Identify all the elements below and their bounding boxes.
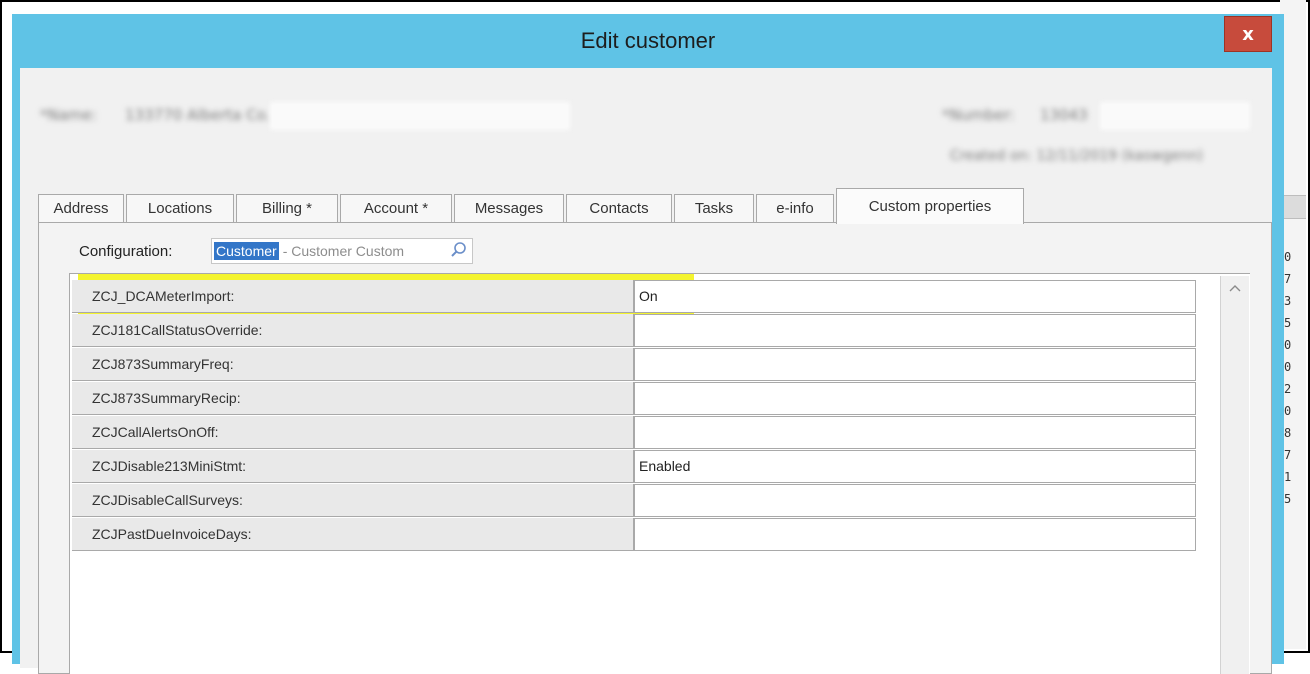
name-field[interactable] [270,102,570,130]
property-value[interactable] [634,518,1196,551]
grid-scrollbar[interactable] [1220,276,1249,674]
property-name: ZCJPastDueInvoiceDays: [72,518,634,551]
tab-e-info[interactable]: e-info [756,194,834,222]
tab-billing[interactable]: Billing * [236,194,338,222]
dialog-titlebar[interactable]: Edit customer x [12,14,1284,68]
configuration-picker[interactable]: Customer - Customer Custom [211,238,473,264]
tab-custom-properties[interactable]: Custom properties [836,188,1024,224]
configuration-selected-text: Customer [214,242,279,260]
property-value[interactable] [634,484,1196,517]
custom-properties-panel: Configuration: Customer - Customer Custo… [38,222,1272,674]
property-row[interactable]: ZCJPastDueInvoiceDays: [70,518,1196,552]
property-row[interactable]: ZCJ873SummaryFreq: [70,348,1196,382]
dialog-title: Edit customer [580,28,716,53]
property-grid: ZCJ_DCAMeterImport: On ZCJ181CallStatusO… [69,273,1250,674]
property-value[interactable] [634,314,1196,347]
tab-messages[interactable]: Messages [454,194,564,222]
close-icon: x [1242,23,1254,45]
name-value: 133770 Alberta Co. [125,106,271,124]
created-info: Created on: 12/11/2019 (kaswgenn) [950,148,1203,164]
dialog-body: *Name: 133770 Alberta Co. *Number: 13043… [20,68,1272,674]
number-label: *Number: [942,106,1015,124]
magnifier-icon[interactable] [450,241,468,259]
property-value[interactable]: On [634,280,1196,313]
property-name: ZCJDisableCallSurveys: [72,484,634,517]
tab-locations[interactable]: Locations [126,194,234,222]
configuration-description: - Customer Custom [282,243,405,259]
tab-tasks[interactable]: Tasks [674,194,754,222]
property-row[interactable]: ZCJ181CallStatusOverride: [70,314,1196,348]
configuration-label: Configuration: [79,243,173,260]
background-digits: 0 7 3 5 0 0 2 0 8 7 1 5 [1284,250,1292,506]
tab-contacts[interactable]: Contacts [566,194,672,222]
close-button[interactable]: x [1224,16,1272,52]
property-name: ZCJDisable213MiniStmt: [72,450,634,483]
property-value[interactable] [634,382,1196,415]
name-label: *Name: [40,106,97,124]
property-name: ZCJ_DCAMeterImport: [72,280,634,313]
property-row[interactable]: ZCJDisableCallSurveys: [70,484,1196,518]
edit-customer-dialog: Edit customer x *Name: 133770 Alberta Co… [12,14,1284,674]
tab-account[interactable]: Account * [340,194,452,222]
property-value[interactable] [634,416,1196,449]
property-name: ZCJCallAlertsOnOff: [72,416,634,449]
number-field[interactable] [1100,102,1250,130]
property-name: ZCJ873SummaryRecip: [72,382,634,415]
property-value[interactable]: Enabled [634,450,1196,483]
property-row[interactable]: ZCJ873SummaryRecip: [70,382,1196,416]
number-value: 13043 [1040,106,1088,124]
property-name: ZCJ873SummaryFreq: [72,348,634,381]
tab-address[interactable]: Address [38,194,124,222]
property-row[interactable]: ZCJDisable213MiniStmt: Enabled [70,450,1196,484]
property-name: ZCJ181CallStatusOverride: [72,314,634,347]
chevron-up-icon[interactable] [1221,276,1249,300]
property-value[interactable] [634,348,1196,381]
property-row[interactable]: ZCJCallAlertsOnOff: [70,416,1196,450]
property-row[interactable]: ZCJ_DCAMeterImport: On [70,280,1196,314]
